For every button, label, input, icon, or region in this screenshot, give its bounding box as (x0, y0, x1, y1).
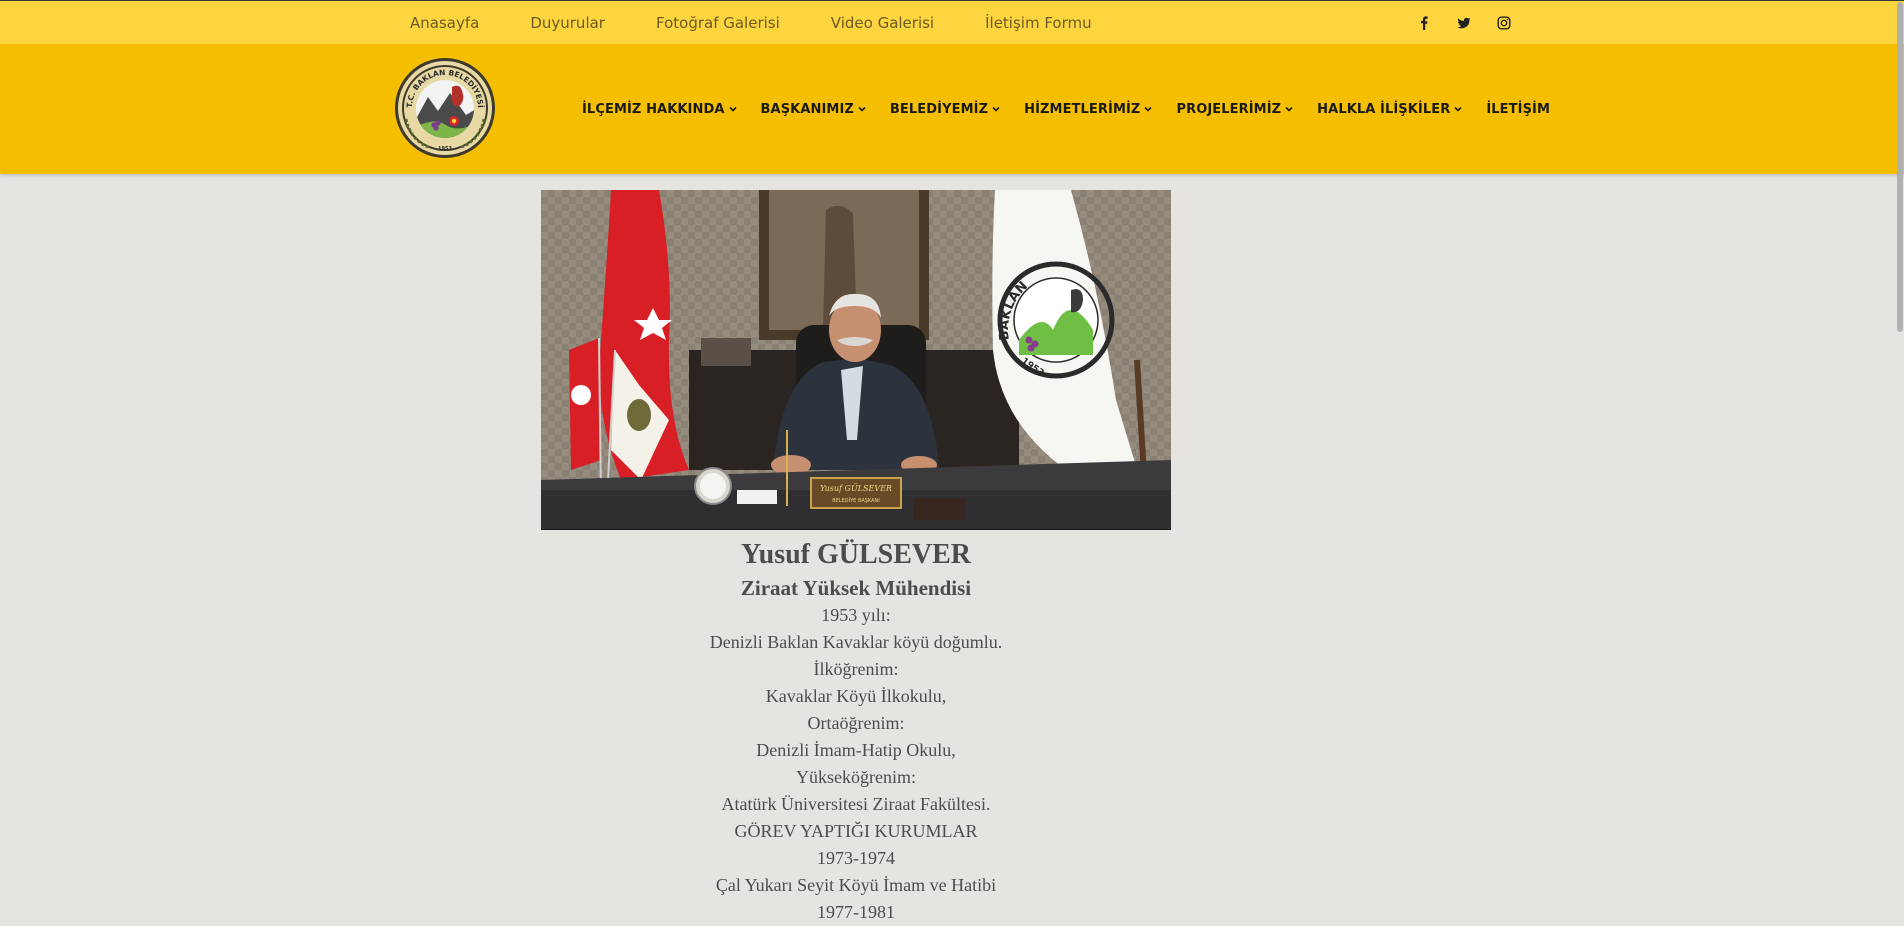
nameplate-subtext: BELEDİYE BAŞKANI (832, 497, 880, 504)
top-link-fotograf-galerisi[interactable]: Fotoğraf Galerisi (656, 14, 780, 32)
nav-item-label: İLÇEMİZ HAKKINDA (582, 101, 725, 117)
profile-line: Ortaöğrenim: (807, 713, 905, 733)
chevron-down-icon (1454, 106, 1462, 112)
main-navbar: T.C. BAKLAN BELEDİYESİ 1953 İLÇEMİZ HAKK… (0, 44, 1904, 174)
profile-line: 1977-1981 (817, 902, 895, 922)
nav-item-label: HİZMETLERİMİZ (1024, 101, 1141, 117)
facebook-icon[interactable] (1404, 1, 1444, 45)
top-link-iletisim-formu[interactable]: İletişim Formu (985, 14, 1092, 32)
nav-item-label: İLETİŞİM (1486, 101, 1551, 117)
nav-item-label: PROJELERİMİZ (1176, 101, 1282, 117)
nav-item-ilcemiz-hakkinda[interactable]: İLÇEMİZ HAKKINDA (577, 102, 742, 117)
nav-item-iletisim[interactable]: İLETİŞİM (1481, 102, 1555, 117)
nav-item-label: HALKLA İLİŞKİLER (1317, 101, 1451, 117)
top-bar: Anasayfa Duyurular Fotoğraf Galerisi Vid… (0, 0, 1904, 44)
nav-item-label: BAŞKANIMIZ (760, 101, 854, 117)
twitter-icon[interactable] (1444, 1, 1484, 45)
profile-line: Kavaklar Köyü İlkokulu, (765, 686, 947, 706)
nav-item-baskanimiz[interactable]: BAŞKANIMIZ (756, 102, 871, 117)
nav-item-halkla-iliskiler[interactable]: HALKLA İLİŞKİLER (1312, 102, 1467, 117)
profile-line: Yükseköğrenim: (796, 767, 916, 787)
mayor-photo: BAKLAN 1953 Yusuf GÜLSEVER BELEDİYE BAŞK… (541, 190, 1171, 530)
scrollbar-thumb[interactable] (1897, 2, 1903, 332)
chevron-down-icon (1144, 106, 1153, 112)
profile-line: İlköğrenim: (813, 659, 899, 679)
profile-line: 1953 yılı: (821, 605, 891, 625)
nameplate-text: Yusuf GÜLSEVER (820, 484, 892, 493)
instagram-icon[interactable] (1484, 1, 1524, 45)
mayor-title: Ziraat Yüksek Mühendisi (740, 576, 972, 600)
page-scrollbar[interactable] (1896, 0, 1904, 910)
nav-item-hizmetlerimiz[interactable]: HİZMETLERİMİZ (1019, 102, 1157, 117)
mayor-name: Yusuf GÜLSEVER (740, 539, 972, 570)
profile-line: Denizli Baklan Kavaklar köyü doğumlu. (709, 632, 1003, 652)
chevron-down-icon (728, 106, 737, 112)
top-link-video-galerisi[interactable]: Video Galerisi (831, 14, 934, 32)
profile-line: Çal Yukarı Seyit Köyü İmam ve Hatibi (715, 875, 997, 895)
municipality-logo[interactable]: T.C. BAKLAN BELEDİYESİ 1953 (394, 57, 496, 159)
profile-line: GÖREV YAPTIĞI KURUMLAR (734, 821, 978, 841)
profile-line: 1973-1974 (817, 848, 895, 868)
profile-line: Denizli İmam-Hatip Okulu, (756, 740, 956, 760)
logo-year-text: 1953 (438, 146, 452, 152)
social-links (1404, 1, 1524, 45)
chevron-down-icon (992, 106, 1000, 112)
main-menu: İLÇEMİZ HAKKINDA BAŞKANIMIZ BELEDİYEMİZ … (577, 44, 1555, 174)
nav-item-belediyemiz[interactable]: BELEDİYEMİZ (885, 102, 1005, 117)
top-link-anasayfa[interactable]: Anasayfa (410, 14, 479, 32)
profile-content: Yusuf GÜLSEVER Ziraat Yüksek Mühendisi 1… (541, 530, 1171, 926)
chevron-down-icon (858, 106, 866, 112)
chevron-down-icon (1285, 106, 1293, 112)
profile-line: Atatürk Üniversitesi Ziraat Fakültesi. (721, 794, 991, 814)
nav-item-label: BELEDİYEMİZ (889, 101, 989, 117)
top-link-duyurular[interactable]: Duyurular (530, 14, 605, 32)
nav-item-projelerimiz[interactable]: PROJELERİMİZ (1171, 102, 1298, 117)
top-links: Anasayfa Duyurular Fotoğraf Galerisi Vid… (410, 1, 1143, 45)
